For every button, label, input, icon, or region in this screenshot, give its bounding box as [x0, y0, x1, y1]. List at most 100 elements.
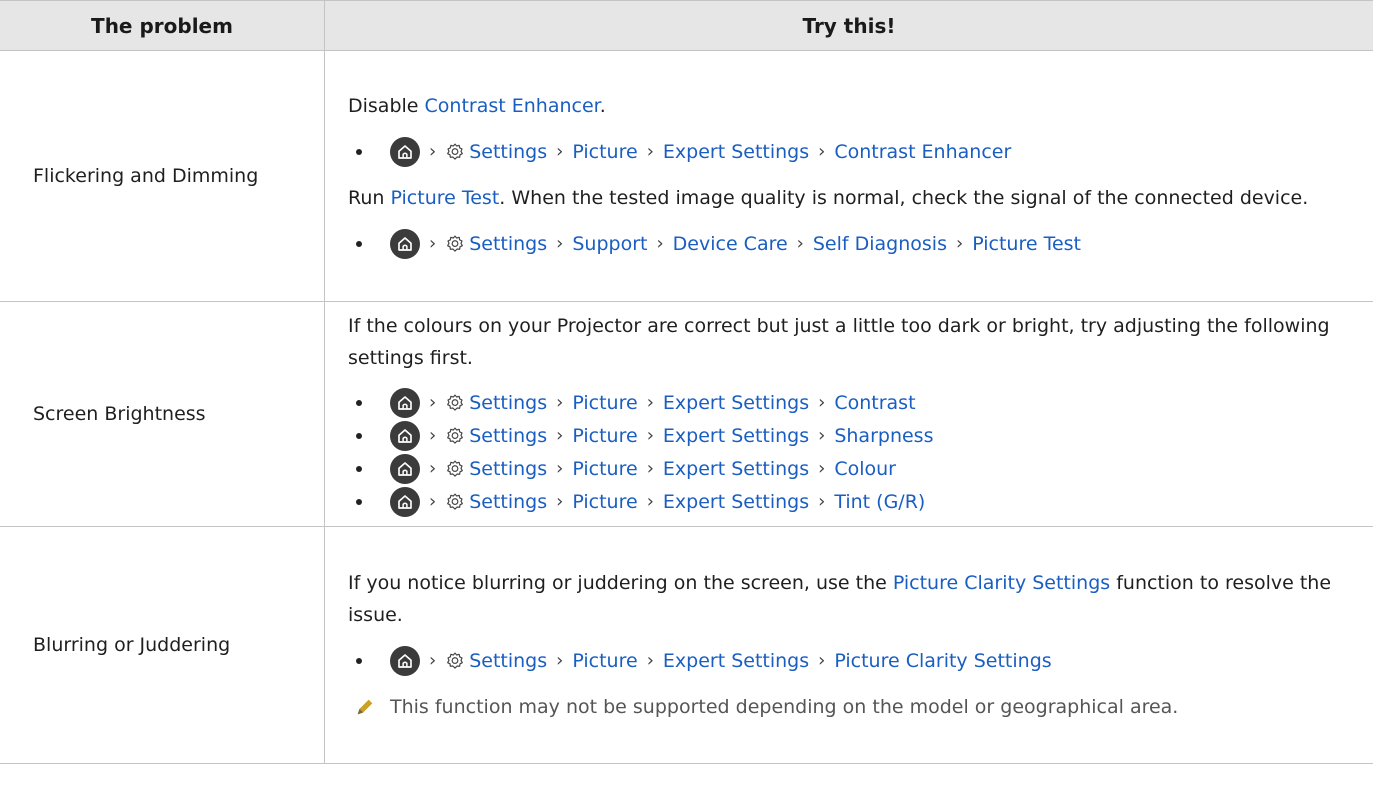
- chevron-right-icon: ›: [646, 650, 654, 671]
- menu-step-contrast[interactable]: Contrast: [834, 387, 915, 419]
- gear-icon: [447, 652, 464, 669]
- bullet: [356, 658, 362, 664]
- contrast-enhancer-link[interactable]: Contrast Enhancer: [425, 95, 600, 117]
- table-row: Blurring or Juddering If you notice blur…: [0, 526, 1373, 764]
- chevron-right-icon: ›: [556, 490, 564, 512]
- home-icon: [390, 453, 420, 484]
- menu-step-picture[interactable]: Picture: [572, 645, 637, 677]
- chevron-right-icon: ›: [556, 141, 564, 162]
- menu-step-picture[interactable]: Picture: [572, 420, 637, 452]
- chevron-right-icon: ›: [656, 233, 664, 254]
- bullet: [356, 399, 362, 406]
- menu-step-expert-settings[interactable]: Expert Settings: [663, 136, 809, 168]
- menu-path: › Settings › Picture › Expert Settings › Contra…: [348, 386, 1355, 419]
- menu-step-tint-g-r[interactable]: Tint (G/R): [834, 486, 925, 518]
- header-problem: The problem: [0, 0, 325, 51]
- menu-step-expert-settings[interactable]: Expert Settings: [663, 486, 809, 518]
- bullet: [356, 432, 362, 439]
- chevron-right-icon: ›: [556, 233, 564, 254]
- gear-icon: [447, 394, 464, 411]
- problem-cell: Flickering and Dimming: [0, 50, 325, 302]
- chevron-right-icon: ›: [556, 391, 564, 413]
- chevron-right-icon: ›: [556, 650, 564, 671]
- table-row: Flickering and Dimming Disable Contrast …: [0, 50, 1373, 302]
- chevron-right-icon: ›: [429, 650, 437, 671]
- gear-icon: [447, 493, 464, 510]
- chevron-right-icon: ›: [818, 424, 826, 446]
- menu-step-settings[interactable]: Settings: [469, 486, 547, 518]
- home-icon: [390, 646, 420, 676]
- menu-step-contrast-enhancer[interactable]: Contrast Enhancer: [834, 136, 1011, 168]
- chevron-right-icon: ›: [429, 141, 437, 162]
- chevron-right-icon: ›: [646, 141, 654, 162]
- note: This function may not be supported depen…: [348, 691, 1355, 723]
- home-icon: [390, 387, 420, 418]
- home-icon: [390, 420, 420, 451]
- menu-step-picture-clarity-settings[interactable]: Picture Clarity Settings: [834, 645, 1051, 677]
- menu-step-expert-settings[interactable]: Expert Settings: [663, 420, 809, 452]
- gear-icon: [447, 143, 464, 160]
- chevron-right-icon: ›: [429, 490, 437, 512]
- instruction-text: Disable Contrast Enhancer.: [348, 95, 606, 117]
- menu-step-device-care[interactable]: Device Care: [673, 228, 788, 260]
- solution-cell: If you notice blurring or juddering on t…: [324, 526, 1373, 764]
- chevron-right-icon: ›: [818, 650, 826, 671]
- menu-path: › Settings › Picture › Expert Settings › Contra…: [348, 134, 1355, 170]
- menu-step-settings[interactable]: Settings: [469, 136, 547, 168]
- menu-step-settings[interactable]: Settings: [469, 420, 547, 452]
- home-icon: [390, 137, 420, 167]
- table-header-row: The problem Try this!: [0, 0, 1373, 51]
- menu-step-picture[interactable]: Picture: [572, 453, 637, 485]
- menu-step-settings[interactable]: Settings: [469, 453, 547, 485]
- chevron-right-icon: ›: [429, 233, 437, 254]
- solution-cell: If the colours on your Projector are cor…: [324, 301, 1373, 527]
- header-try-this: Try this!: [324, 0, 1373, 51]
- menu-step-picture[interactable]: Picture: [572, 486, 637, 518]
- problem-cell: Screen Brightness: [0, 301, 325, 527]
- menu-path: › Settings › Picture › Expert Settings › Colour: [348, 452, 1355, 485]
- menu-step-expert-settings[interactable]: Expert Settings: [663, 645, 809, 677]
- chevron-right-icon: ›: [646, 490, 654, 512]
- menu-path: › Settings › Picture › Expert Settings › Sharpn…: [348, 419, 1355, 452]
- chevron-right-icon: ›: [646, 457, 654, 479]
- menu-path: › Settings › Picture › Expert Settings › Pictur…: [348, 643, 1355, 679]
- chevron-right-icon: ›: [796, 233, 804, 254]
- chevron-right-icon: ›: [646, 391, 654, 413]
- menu-step-expert-settings[interactable]: Expert Settings: [663, 387, 809, 419]
- menu-step-expert-settings[interactable]: Expert Settings: [663, 453, 809, 485]
- menu-step-sharpness[interactable]: Sharpness: [834, 420, 933, 452]
- picture-test-link[interactable]: Picture Test: [390, 187, 499, 209]
- menu-step-support[interactable]: Support: [572, 228, 647, 260]
- gear-icon: [447, 460, 464, 477]
- menu-step-picture-test[interactable]: Picture Test: [972, 228, 1081, 260]
- menu-step-settings[interactable]: Settings: [469, 387, 547, 419]
- gear-icon: [447, 235, 464, 252]
- menu-path-list: › Settings › Picture › Expert Settings › Pictur…: [348, 643, 1355, 679]
- chevron-right-icon: ›: [429, 457, 437, 479]
- picture-clarity-settings-link[interactable]: Picture Clarity Settings: [893, 572, 1110, 594]
- chevron-right-icon: ›: [556, 424, 564, 446]
- bullet: [356, 498, 362, 505]
- menu-step-settings[interactable]: Settings: [469, 228, 547, 260]
- note-text: This function may not be supported depen…: [390, 696, 1179, 718]
- gear-icon: [447, 427, 464, 444]
- menu-path-list: › Settings › Picture › Expert Settings › Contra…: [348, 134, 1355, 170]
- menu-step-picture[interactable]: Picture: [572, 387, 637, 419]
- chevron-right-icon: ›: [646, 424, 654, 446]
- pencil-note-icon: [357, 699, 373, 715]
- home-icon: [390, 486, 420, 517]
- menu-step-self-diagnosis[interactable]: Self Diagnosis: [813, 228, 947, 260]
- instruction-text: If you notice blurring or juddering on t…: [348, 572, 1332, 626]
- menu-path: › Settings › Picture › Expert Settings › Tint (…: [348, 485, 1355, 518]
- solution-cell: Disable Contrast Enhancer. › Settings › Pic…: [324, 50, 1373, 302]
- menu-step-colour[interactable]: Colour: [834, 453, 896, 485]
- menu-step-picture[interactable]: Picture: [572, 136, 637, 168]
- menu-step-settings[interactable]: Settings: [469, 645, 547, 677]
- chevron-right-icon: ›: [556, 457, 564, 479]
- bullet: [356, 241, 362, 247]
- chevron-right-icon: ›: [429, 391, 437, 413]
- home-icon: [390, 229, 420, 259]
- menu-path-list: › Settings › Support › Device Care › Self Diagn…: [348, 226, 1355, 262]
- chevron-right-icon: ›: [956, 233, 964, 254]
- menu-path: › Settings › Support › Device Care › Self Diagn…: [348, 226, 1355, 262]
